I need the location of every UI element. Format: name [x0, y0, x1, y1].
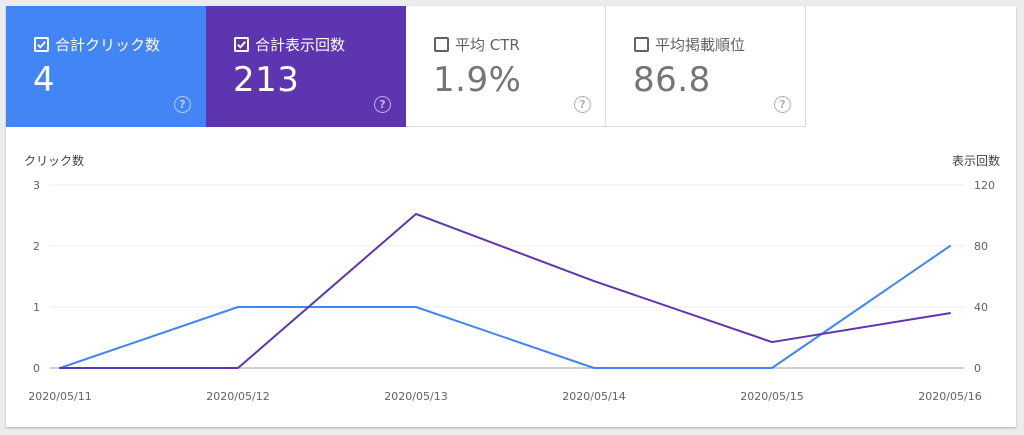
checkbox-checked-icon[interactable] [234, 37, 249, 52]
x-tick-label: 2020/05/15 [740, 390, 803, 403]
metric-head-impressions: 合計表示回数 [234, 34, 345, 55]
metric-tab-ctr[interactable]: 平均 CTR 1.9% ? [406, 6, 606, 127]
y-axis-left-title: クリック数 [24, 153, 84, 168]
metric-tabs: 合計クリック数 4 ? 合計表示回数 213 ? 平均 CTR 1.9% ? 平… [6, 6, 1016, 127]
y-axis-right-title: 表示回数 [952, 153, 1000, 168]
y-tick-label-right: 0 [974, 362, 981, 375]
metric-head-ctr: 平均 CTR [434, 34, 520, 55]
help-icon[interactable]: ? [774, 96, 791, 113]
help-icon[interactable]: ? [374, 96, 391, 113]
x-tick-label: 2020/05/11 [28, 390, 91, 403]
metric-label-clicks: 合計クリック数 [55, 36, 161, 54]
y-tick-label-right: 120 [974, 179, 995, 192]
series-line-impressions [59, 212, 951, 369]
metric-head-clicks: 合計クリック数 [34, 34, 160, 55]
metric-label-ctr: 平均 CTR [455, 36, 520, 54]
x-tick-label: 2020/05/13 [384, 390, 447, 403]
performance-line-chart: クリック数 表示回数 0 1 2 3 0 40 80 120 2020/05/11 2020/05/1… [24, 153, 1000, 403]
checkbox-checked-icon[interactable] [34, 37, 49, 52]
metric-value-clicks: 4 [33, 60, 56, 100]
metric-label-position: 平均掲載順位 [655, 36, 746, 54]
x-tick-label: 2020/05/14 [562, 390, 625, 403]
performance-card: 合計クリック数 4 ? 合計表示回数 213 ? 平均 CTR 1.9% ? 平… [6, 6, 1016, 427]
x-tick-label: 2020/05/12 [206, 390, 269, 403]
y-tick-label-left: 2 [33, 240, 40, 253]
metric-head-position: 平均掲載順位 [634, 34, 745, 55]
metric-value-ctr: 1.9% [433, 60, 522, 100]
checkbox-unchecked-icon[interactable] [634, 37, 649, 52]
x-tick-label: 2020/05/16 [918, 390, 981, 403]
metric-value-position: 86.8 [633, 60, 711, 100]
y-tick-label-left: 1 [33, 301, 40, 314]
metric-tab-position[interactable]: 平均掲載順位 86.8 ? [606, 6, 806, 127]
help-icon[interactable]: ? [574, 96, 591, 113]
y-tick-label-left: 3 [33, 179, 40, 192]
checkbox-unchecked-icon[interactable] [434, 37, 449, 52]
metric-value-impressions: 213 [233, 60, 300, 100]
metric-tab-clicks[interactable]: 合計クリック数 4 ? [6, 6, 206, 127]
y-tick-label-left: 0 [33, 362, 40, 375]
metric-tab-impressions[interactable]: 合計表示回数 213 ? [206, 6, 406, 127]
y-tick-label-right: 40 [974, 301, 988, 314]
help-icon[interactable]: ? [174, 96, 191, 113]
metric-label-impressions: 合計表示回数 [255, 36, 346, 54]
y-tick-label-right: 80 [974, 240, 988, 253]
